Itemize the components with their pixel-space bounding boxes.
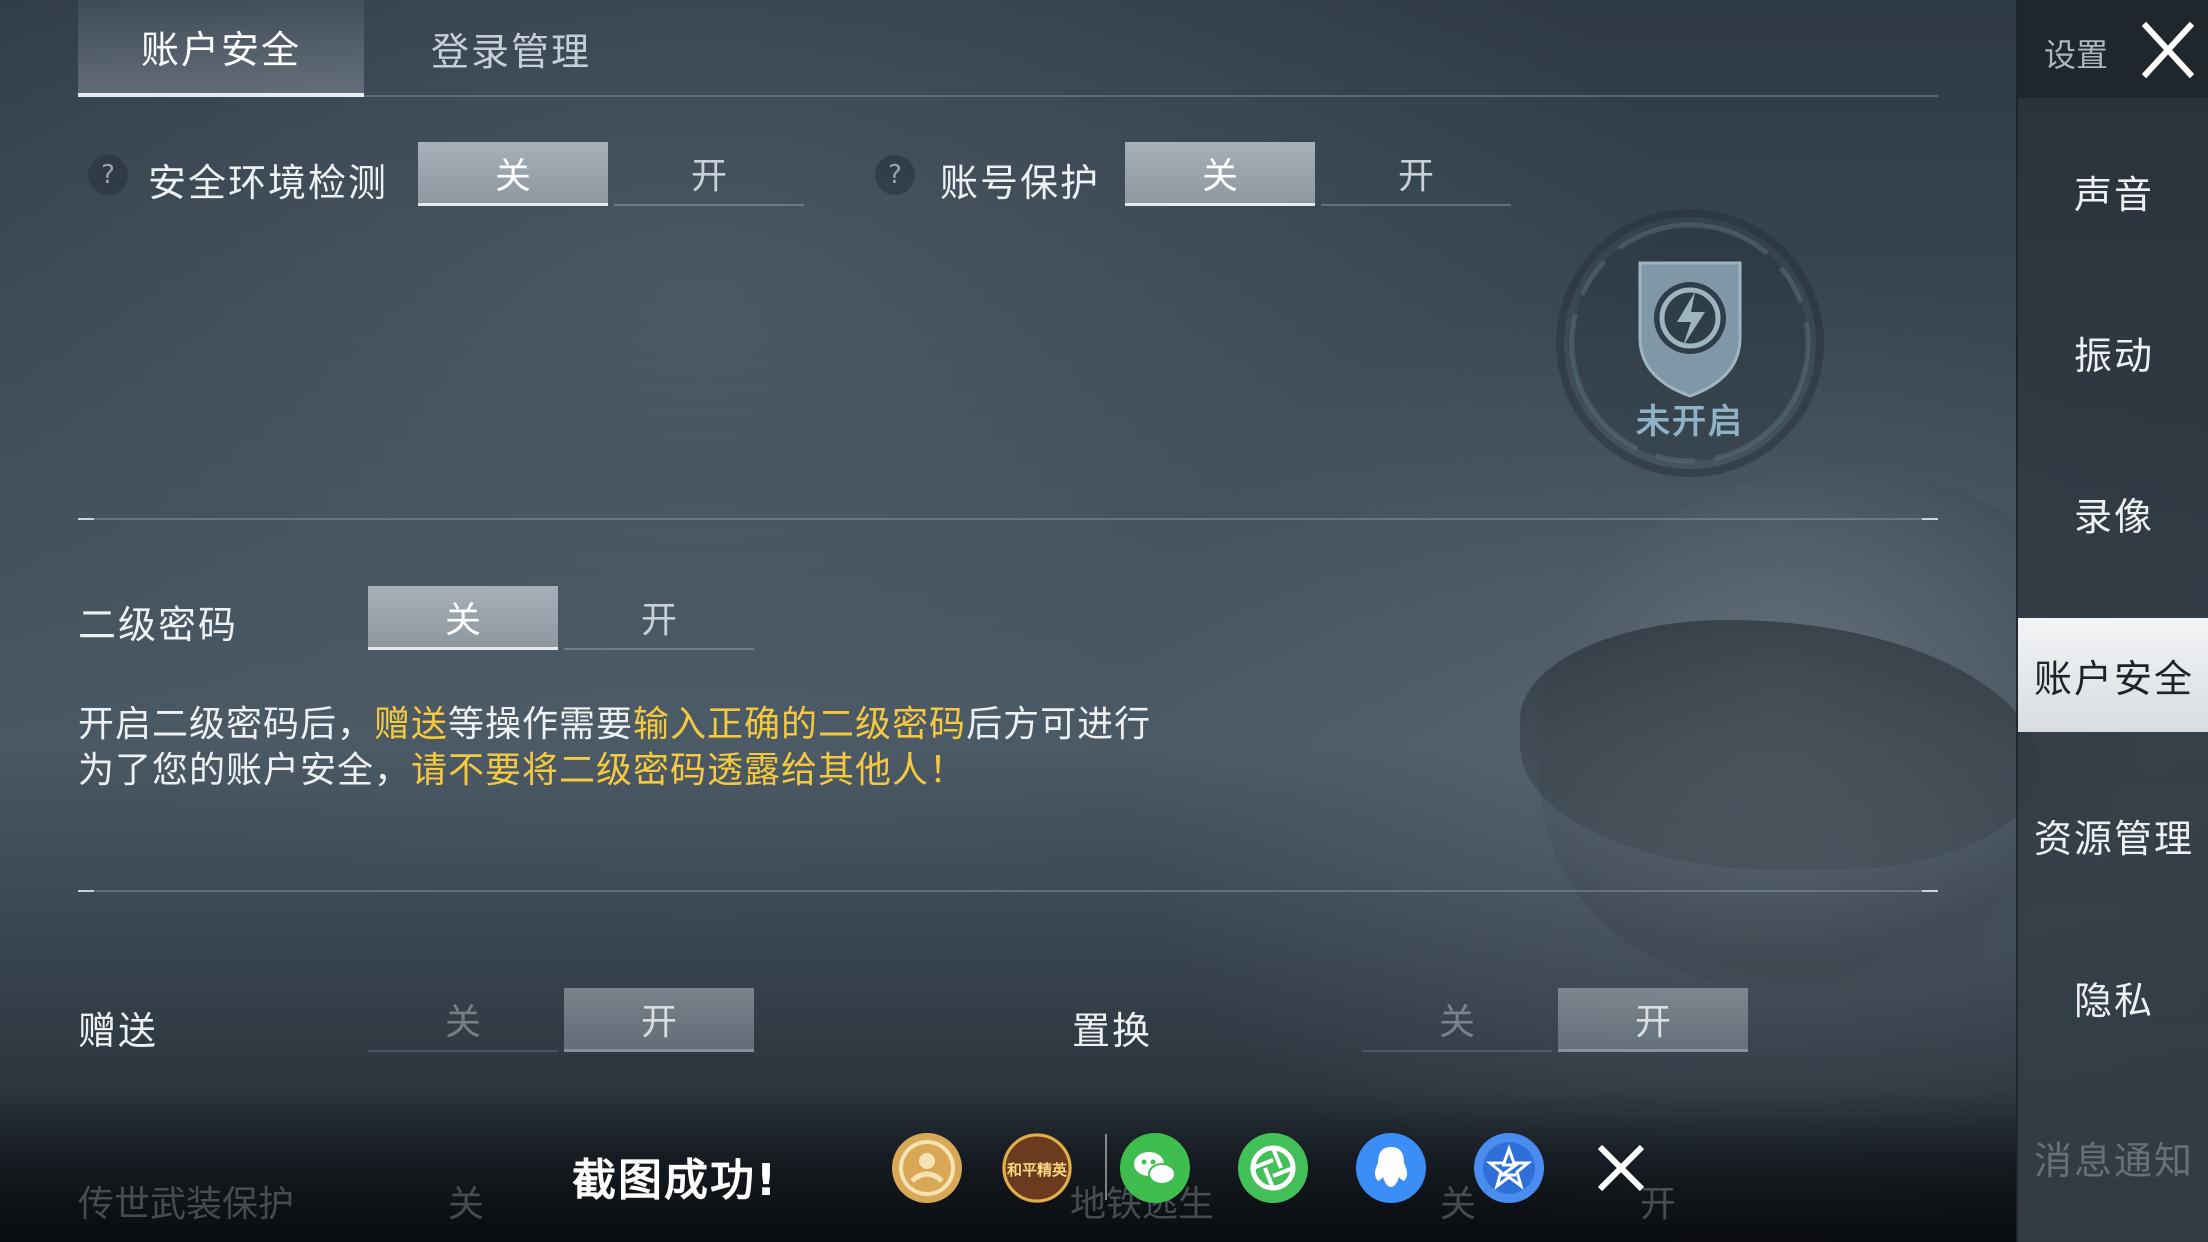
description-line-1: 开启二级密码后，赠送等操作需要输入正确的二级密码后方可进行 xyxy=(78,702,1151,748)
gift-toggle: 关 开 xyxy=(368,988,754,1052)
second-password-toggle: 关 开 xyxy=(368,586,754,650)
peace-elite-icon[interactable]: 和平精英 xyxy=(1000,1131,1074,1205)
sidebar-item-resource-management[interactable]: 资源管理 xyxy=(2018,778,2208,892)
gift-label: 赠送 xyxy=(78,1009,159,1053)
sidebar-item-privacy[interactable]: 隐私 xyxy=(2018,940,2208,1054)
security-env-label: 安全环境检测 xyxy=(148,161,389,205)
exchange-off-button[interactable]: 关 xyxy=(1362,988,1552,1052)
security-env-off-button[interactable]: 关 xyxy=(418,142,608,206)
second-password-off-button[interactable]: 关 xyxy=(368,586,558,650)
screenshot-success-message: 截图成功! xyxy=(572,1155,779,1206)
section-divider xyxy=(78,518,1938,520)
tab-bar: 账户安全 登录管理 xyxy=(78,0,1938,97)
protection-status-badge: 未开启 xyxy=(1545,208,1835,498)
desc-text: 后方可进行 xyxy=(966,704,1152,745)
description-line-2: 为了您的账户安全，请不要将二级密码透露给其他人！ xyxy=(78,748,1151,794)
wechat-icon[interactable] xyxy=(1118,1131,1192,1205)
friend-circle-icon[interactable] xyxy=(890,1131,964,1205)
settings-title: 设置 xyxy=(2044,36,2109,74)
close-icon[interactable] xyxy=(2136,18,2200,82)
exchange-label: 置换 xyxy=(1072,1009,1153,1053)
sidebar-item-sound[interactable]: 声音 xyxy=(2018,134,2208,248)
second-password-on-button[interactable]: 开 xyxy=(564,586,754,650)
security-env-on-button[interactable]: 开 xyxy=(614,142,804,206)
gift-on-button[interactable]: 开 xyxy=(564,988,754,1052)
desc-text: 为了您的账户安全， xyxy=(78,750,412,791)
share-divider xyxy=(1105,1134,1107,1200)
lightning-shield-icon xyxy=(1556,209,1824,477)
section-divider xyxy=(78,890,1938,892)
qzone-icon[interactable] xyxy=(1472,1131,1546,1205)
armor-protect-label: 传世武装保护 xyxy=(78,1184,295,1225)
help-icon[interactable]: ? xyxy=(875,155,915,195)
sidebar-header: 设置 xyxy=(2018,0,2208,98)
desc-highlight: 输入正确的二级密码 xyxy=(633,704,967,745)
security-env-toggle: 关 开 xyxy=(418,142,804,206)
account-protect-on-button[interactable]: 开 xyxy=(1321,142,1511,206)
qq-icon[interactable] xyxy=(1354,1131,1428,1205)
gift-off-button[interactable]: 关 xyxy=(368,988,558,1052)
desc-highlight: 赠送 xyxy=(374,704,449,745)
moments-icon[interactable] xyxy=(1236,1131,1310,1205)
desc-text: 等操作需要 xyxy=(448,704,634,745)
sidebar-item-recording[interactable]: 录像 xyxy=(2018,456,2208,570)
second-password-description: 开启二级密码后，赠送等操作需要输入正确的二级密码后方可进行 为了您的账户安全，请… xyxy=(78,702,1151,794)
help-icon[interactable]: ? xyxy=(88,155,128,195)
close-icon[interactable] xyxy=(1584,1131,1658,1205)
account-protect-label: 账号保护 xyxy=(940,161,1101,205)
metro-escape-off: 关 xyxy=(1440,1184,1477,1225)
tab-account-security[interactable]: 账户安全 xyxy=(78,0,364,97)
account-protect-toggle: 关 开 xyxy=(1125,142,1511,206)
sidebar-item-vibration[interactable]: 振动 xyxy=(2018,295,2208,409)
second-password-label: 二级密码 xyxy=(78,603,239,647)
exchange-toggle: 关 开 xyxy=(1362,988,1748,1052)
sidebar-item-notifications[interactable]: 消息通知 xyxy=(2018,1100,2208,1214)
desc-text: 开启二级密码后， xyxy=(78,704,375,745)
desc-highlight: 请不要将二级密码透露给其他人！ xyxy=(411,750,967,791)
armor-protect-off: 关 xyxy=(448,1184,485,1225)
peace-elite-text: 和平精英 xyxy=(1007,1161,1068,1179)
account-protect-off-button[interactable]: 关 xyxy=(1125,142,1315,206)
exchange-on-button[interactable]: 开 xyxy=(1558,988,1748,1052)
sidebar-item-account-security[interactable]: 账户安全 xyxy=(2018,618,2208,732)
badge-status-text: 未开启 xyxy=(1636,402,1744,442)
settings-sidebar: 设置 声音 振动 录像 账户安全 资源管理 隐私 消息通知 xyxy=(2016,0,2208,1242)
tab-login-management[interactable]: 登录管理 xyxy=(368,0,654,97)
